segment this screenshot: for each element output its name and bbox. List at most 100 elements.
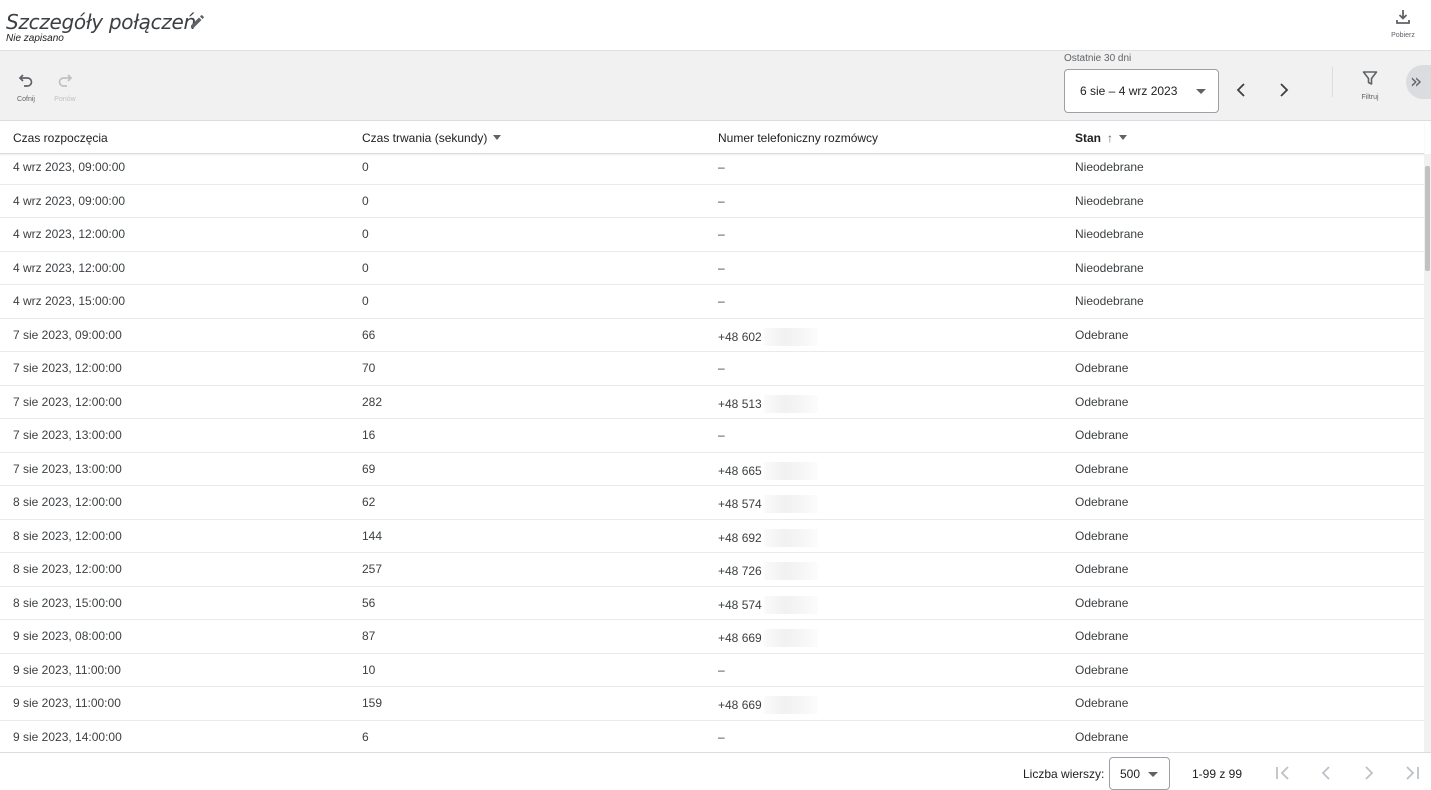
- table-row[interactable]: 4 wrz 2023, 09:00:00 0 – Nieodebrane: [0, 151, 1424, 185]
- column-header-start-time[interactable]: Czas rozpoczęcia: [13, 131, 108, 145]
- cell-status-text: Odebrane: [1075, 428, 1129, 442]
- cell-duration: 66: [362, 328, 375, 342]
- edit-pencil-icon[interactable]: [188, 11, 208, 31]
- save-status: Nie zapisano: [6, 33, 64, 44]
- scrollbar-thumb[interactable]: [1425, 166, 1430, 271]
- cell-start-time-text: 9 sie 2023, 11:00:00: [13, 696, 121, 710]
- table-row[interactable]: 7 sie 2023, 09:00:00 66 +48 602 Odebrane: [0, 319, 1424, 352]
- cell-status: Odebrane: [1075, 395, 1128, 409]
- previous-period-button[interactable]: [1229, 78, 1253, 102]
- cell-caller-number: +48 513: [718, 394, 818, 413]
- next-page-button[interactable]: [1358, 762, 1380, 784]
- cell-status-text: Odebrane: [1075, 327, 1129, 342]
- cell-status: Nieodebrane: [1075, 294, 1144, 308]
- table-row[interactable]: 7 sie 2023, 13:00:00 69 +48 665 Odebrane: [0, 453, 1424, 486]
- redacted-digits: [763, 528, 818, 547]
- download-label: Pobierz: [1391, 32, 1415, 39]
- cell-start-time: 7 sie 2023, 12:00:00: [13, 361, 122, 375]
- cell-caller-number-text: –: [718, 428, 725, 442]
- undo-button[interactable]: Cofnij: [12, 71, 40, 103]
- cell-duration-text: 87: [362, 629, 376, 643]
- previous-page-button[interactable]: [1315, 762, 1337, 784]
- cell-caller-number: +48 602: [718, 327, 818, 346]
- cell-duration-text: 0: [362, 260, 369, 275]
- table-row[interactable]: 4 wrz 2023, 15:00:00 0 – Nieodebrane: [0, 285, 1424, 319]
- cell-start-time: 4 wrz 2023, 09:00:00: [13, 194, 125, 208]
- first-page-button[interactable]: [1272, 762, 1294, 784]
- cell-duration: 0: [362, 294, 369, 308]
- redo-button[interactable]: Ponów: [51, 71, 79, 103]
- table-row[interactable]: 8 sie 2023, 12:00:00 144 +48 692 Odebrane: [0, 520, 1424, 553]
- cell-duration: 0: [362, 160, 369, 174]
- cell-status: Odebrane: [1075, 663, 1128, 677]
- cell-duration: 0: [362, 227, 369, 241]
- sort-dropdown-icon[interactable]: [493, 135, 502, 140]
- cell-status: Odebrane: [1075, 361, 1128, 375]
- table-row[interactable]: 9 sie 2023, 11:00:00 159 +48 669 Odebrane: [0, 687, 1424, 721]
- cell-start-time-text: 7 sie 2023, 12:00:00: [13, 361, 122, 375]
- cell-caller-number: –: [718, 194, 725, 208]
- cell-caller-number: +48 574: [718, 495, 818, 513]
- chevron-left-icon: [1321, 766, 1330, 780]
- cell-caller-number-text: –: [718, 160, 725, 174]
- cell-caller-number-text: –: [718, 227, 725, 241]
- next-period-button[interactable]: [1272, 78, 1296, 102]
- last-page-button[interactable]: [1401, 762, 1423, 784]
- undo-icon: [18, 74, 33, 87]
- cell-caller-number: –: [718, 261, 725, 275]
- table-row[interactable]: 7 sie 2023, 12:00:00 70 – Odebrane: [0, 352, 1424, 386]
- table-row[interactable]: 9 sie 2023, 14:00:00 6 – Odebrane: [0, 721, 1424, 753]
- sort-ascending-icon[interactable]: ↑: [1107, 131, 1113, 145]
- cell-start-time-text: 9 sie 2023, 08:00:00: [13, 629, 122, 643]
- rows-per-page-select[interactable]: 500: [1109, 757, 1170, 790]
- redacted-digits: [763, 629, 818, 647]
- filter-button[interactable]: Filtruj: [1354, 69, 1386, 101]
- column-header-status[interactable]: Stan ↑: [1075, 131, 1128, 145]
- cell-start-time: 4 wrz 2023, 12:00:00: [13, 261, 125, 275]
- cell-caller-number-text: –: [718, 193, 725, 208]
- table-row[interactable]: 4 wrz 2023, 12:00:00 0 – Nieodebrane: [0, 218, 1424, 252]
- cell-duration-text: 0: [362, 160, 369, 174]
- table-row[interactable]: 4 wrz 2023, 09:00:00 0 – Nieodebrane: [0, 185, 1424, 218]
- cell-caller-number: +48 692: [718, 528, 818, 547]
- cell-status: Odebrane: [1075, 596, 1128, 610]
- table-header: Czas rozpoczęcia Czas trwania (sekundy) …: [0, 121, 1424, 154]
- cell-start-time-text: 8 sie 2023, 15:00:00: [13, 595, 122, 610]
- column-header-caller[interactable]: Numer telefoniczny rozmówcy: [718, 131, 878, 145]
- table-row[interactable]: 8 sie 2023, 15:00:00 56 +48 574 Odebrane: [0, 587, 1424, 620]
- download-button[interactable]: Pobierz: [1386, 8, 1420, 39]
- cell-duration: 257: [362, 562, 382, 576]
- chevron-right-icon: [1365, 766, 1374, 780]
- table-row[interactable]: 8 sie 2023, 12:00:00 62 +48 574 Odebrane: [0, 486, 1424, 520]
- cell-status: Odebrane: [1075, 562, 1128, 576]
- cell-start-time-text: 4 wrz 2023, 15:00:00: [13, 294, 126, 308]
- table-row[interactable]: 8 sie 2023, 12:00:00 257 +48 726 Odebrane: [0, 553, 1424, 587]
- table-pagination: Liczba wierszy: 500 1-99 z 99: [0, 752, 1431, 790]
- cell-duration-text: 257: [362, 562, 383, 576]
- vertical-scrollbar[interactable]: [1424, 154, 1431, 752]
- sort-dropdown-icon[interactable]: [1119, 135, 1128, 140]
- cell-caller-number: +48 574: [718, 595, 818, 614]
- table-row[interactable]: 4 wrz 2023, 12:00:00 0 – Nieodebrane: [0, 252, 1424, 285]
- date-range-select[interactable]: 6 sie – 4 wrz 2023: [1064, 69, 1219, 113]
- rows-per-page-label: Liczba wierszy:: [1023, 767, 1105, 781]
- cell-duration-text: 0: [362, 193, 369, 208]
- cell-caller-number-text: +48 669: [718, 631, 762, 645]
- double-chevron-right-icon: »: [1410, 69, 1423, 93]
- cell-duration-text: 66: [362, 327, 376, 342]
- table-row[interactable]: 7 sie 2023, 12:00:00 282 +48 513 Odebrane: [0, 386, 1424, 419]
- cell-duration: 6: [362, 730, 369, 744]
- cell-start-time: 9 sie 2023, 11:00:00: [13, 696, 121, 710]
- collapse-panel-button[interactable]: »: [1406, 65, 1431, 99]
- cell-caller-number-text: +48 513: [718, 396, 762, 411]
- cell-caller-number-text: +48 692: [718, 530, 762, 545]
- column-header-duration[interactable]: Czas trwania (sekundy): [362, 131, 502, 145]
- table-row[interactable]: 9 sie 2023, 11:00:00 10 – Odebrane: [0, 654, 1424, 687]
- table-row[interactable]: 7 sie 2023, 13:00:00 16 – Odebrane: [0, 419, 1424, 453]
- table-row[interactable]: 9 sie 2023, 08:00:00 87 +48 669 Odebrane: [0, 620, 1424, 654]
- cell-start-time: 7 sie 2023, 12:00:00: [13, 395, 122, 409]
- cell-caller-number-text: –: [718, 662, 725, 677]
- report-header: Szczegóły połączeń Nie zapisano Pobierz: [0, 0, 1431, 51]
- chevron-down-icon: [1196, 89, 1206, 94]
- cell-duration-text: 70: [362, 361, 376, 375]
